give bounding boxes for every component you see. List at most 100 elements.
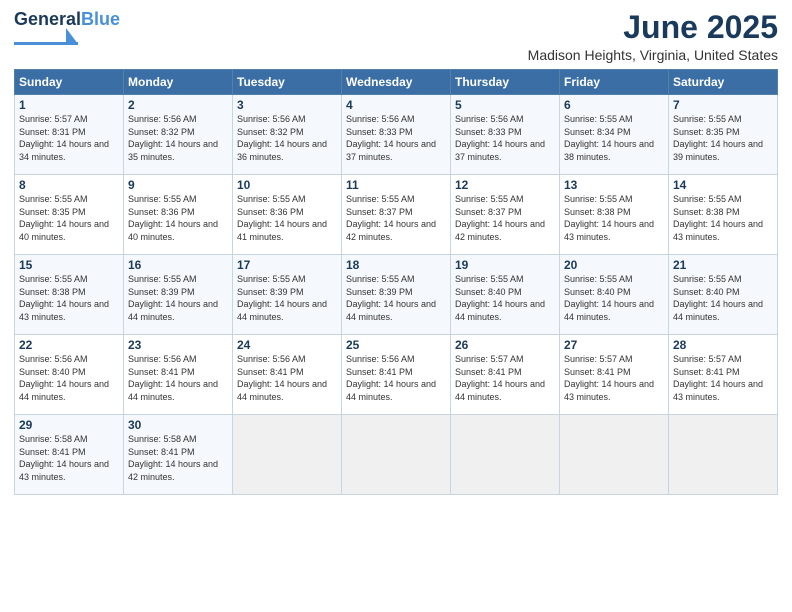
day-number: 10 — [237, 178, 337, 192]
day-info: Sunrise: 5:55 AM Sunset: 8:39 PM Dayligh… — [128, 273, 228, 323]
day-number: 6 — [564, 98, 664, 112]
day-number: 23 — [128, 338, 228, 352]
calendar-cell — [560, 415, 669, 495]
day-info: Sunrise: 5:57 AM Sunset: 8:41 PM Dayligh… — [673, 353, 773, 403]
calendar-cell: 2Sunrise: 5:56 AM Sunset: 8:32 PM Daylig… — [124, 95, 233, 175]
day-number: 11 — [346, 178, 446, 192]
day-header: Sunday — [15, 70, 124, 95]
calendar-cell — [669, 415, 778, 495]
day-info: Sunrise: 5:56 AM Sunset: 8:41 PM Dayligh… — [346, 353, 446, 403]
day-number: 30 — [128, 418, 228, 432]
calendar-cell — [233, 415, 342, 495]
calendar-cell: 28Sunrise: 5:57 AM Sunset: 8:41 PM Dayli… — [669, 335, 778, 415]
day-info: Sunrise: 5:55 AM Sunset: 8:37 PM Dayligh… — [455, 193, 555, 243]
calendar-cell: 7Sunrise: 5:55 AM Sunset: 8:35 PM Daylig… — [669, 95, 778, 175]
day-header: Saturday — [669, 70, 778, 95]
day-info: Sunrise: 5:56 AM Sunset: 8:32 PM Dayligh… — [237, 113, 337, 163]
calendar-cell: 27Sunrise: 5:57 AM Sunset: 8:41 PM Dayli… — [560, 335, 669, 415]
day-info: Sunrise: 5:55 AM Sunset: 8:40 PM Dayligh… — [673, 273, 773, 323]
calendar-cell: 21Sunrise: 5:55 AM Sunset: 8:40 PM Dayli… — [669, 255, 778, 335]
calendar-week-row: 22Sunrise: 5:56 AM Sunset: 8:40 PM Dayli… — [15, 335, 778, 415]
calendar-cell: 24Sunrise: 5:56 AM Sunset: 8:41 PM Dayli… — [233, 335, 342, 415]
day-number: 29 — [19, 418, 119, 432]
calendar-week-row: 8Sunrise: 5:55 AM Sunset: 8:35 PM Daylig… — [15, 175, 778, 255]
day-number: 18 — [346, 258, 446, 272]
day-info: Sunrise: 5:58 AM Sunset: 8:41 PM Dayligh… — [128, 433, 228, 483]
title-block: June 2025 Madison Heights, Virginia, Uni… — [528, 10, 778, 63]
day-number: 9 — [128, 178, 228, 192]
day-number: 20 — [564, 258, 664, 272]
calendar-cell: 16Sunrise: 5:55 AM Sunset: 8:39 PM Dayli… — [124, 255, 233, 335]
day-info: Sunrise: 5:55 AM Sunset: 8:39 PM Dayligh… — [237, 273, 337, 323]
day-info: Sunrise: 5:55 AM Sunset: 8:37 PM Dayligh… — [346, 193, 446, 243]
day-info: Sunrise: 5:56 AM Sunset: 8:41 PM Dayligh… — [237, 353, 337, 403]
calendar-cell: 18Sunrise: 5:55 AM Sunset: 8:39 PM Dayli… — [342, 255, 451, 335]
day-info: Sunrise: 5:55 AM Sunset: 8:38 PM Dayligh… — [673, 193, 773, 243]
day-header: Thursday — [451, 70, 560, 95]
header: GeneralBlue June 2025 Madison Heights, V… — [14, 10, 778, 63]
calendar-cell: 11Sunrise: 5:55 AM Sunset: 8:37 PM Dayli… — [342, 175, 451, 255]
day-info: Sunrise: 5:56 AM Sunset: 8:33 PM Dayligh… — [455, 113, 555, 163]
calendar-cell: 14Sunrise: 5:55 AM Sunset: 8:38 PM Dayli… — [669, 175, 778, 255]
calendar-cell: 8Sunrise: 5:55 AM Sunset: 8:35 PM Daylig… — [15, 175, 124, 255]
day-number: 16 — [128, 258, 228, 272]
day-info: Sunrise: 5:55 AM Sunset: 8:40 PM Dayligh… — [455, 273, 555, 323]
day-number: 26 — [455, 338, 555, 352]
day-info: Sunrise: 5:55 AM Sunset: 8:34 PM Dayligh… — [564, 113, 664, 163]
calendar-title: June 2025 — [528, 10, 778, 45]
day-number: 17 — [237, 258, 337, 272]
logo-text: GeneralBlue — [14, 9, 120, 29]
day-header: Friday — [560, 70, 669, 95]
day-info: Sunrise: 5:55 AM Sunset: 8:38 PM Dayligh… — [19, 273, 119, 323]
calendar-cell: 12Sunrise: 5:55 AM Sunset: 8:37 PM Dayli… — [451, 175, 560, 255]
calendar-cell: 20Sunrise: 5:55 AM Sunset: 8:40 PM Dayli… — [560, 255, 669, 335]
calendar-cell: 5Sunrise: 5:56 AM Sunset: 8:33 PM Daylig… — [451, 95, 560, 175]
calendar-cell: 1Sunrise: 5:57 AM Sunset: 8:31 PM Daylig… — [15, 95, 124, 175]
calendar-cell: 13Sunrise: 5:55 AM Sunset: 8:38 PM Dayli… — [560, 175, 669, 255]
day-number: 12 — [455, 178, 555, 192]
day-number: 19 — [455, 258, 555, 272]
calendar-cell: 30Sunrise: 5:58 AM Sunset: 8:41 PM Dayli… — [124, 415, 233, 495]
calendar-cell: 23Sunrise: 5:56 AM Sunset: 8:41 PM Dayli… — [124, 335, 233, 415]
day-info: Sunrise: 5:56 AM Sunset: 8:32 PM Dayligh… — [128, 113, 228, 163]
day-info: Sunrise: 5:57 AM Sunset: 8:41 PM Dayligh… — [564, 353, 664, 403]
logo: GeneralBlue — [14, 10, 120, 46]
day-info: Sunrise: 5:57 AM Sunset: 8:31 PM Dayligh… — [19, 113, 119, 163]
calendar-subtitle: Madison Heights, Virginia, United States — [528, 47, 778, 63]
calendar-cell — [451, 415, 560, 495]
calendar-header: SundayMondayTuesdayWednesdayThursdayFrid… — [15, 70, 778, 95]
day-number: 3 — [237, 98, 337, 112]
calendar-cell: 19Sunrise: 5:55 AM Sunset: 8:40 PM Dayli… — [451, 255, 560, 335]
day-info: Sunrise: 5:55 AM Sunset: 8:35 PM Dayligh… — [673, 113, 773, 163]
day-info: Sunrise: 5:56 AM Sunset: 8:33 PM Dayligh… — [346, 113, 446, 163]
day-info: Sunrise: 5:56 AM Sunset: 8:40 PM Dayligh… — [19, 353, 119, 403]
day-number: 4 — [346, 98, 446, 112]
calendar-cell: 29Sunrise: 5:58 AM Sunset: 8:41 PM Dayli… — [15, 415, 124, 495]
day-info: Sunrise: 5:58 AM Sunset: 8:41 PM Dayligh… — [19, 433, 119, 483]
day-number: 13 — [564, 178, 664, 192]
calendar-cell: 6Sunrise: 5:55 AM Sunset: 8:34 PM Daylig… — [560, 95, 669, 175]
page: GeneralBlue June 2025 Madison Heights, V… — [0, 0, 792, 612]
calendar-cell: 22Sunrise: 5:56 AM Sunset: 8:40 PM Dayli… — [15, 335, 124, 415]
day-info: Sunrise: 5:55 AM Sunset: 8:38 PM Dayligh… — [564, 193, 664, 243]
calendar-table: SundayMondayTuesdayWednesdayThursdayFrid… — [14, 69, 778, 495]
day-info: Sunrise: 5:55 AM Sunset: 8:39 PM Dayligh… — [346, 273, 446, 323]
day-info: Sunrise: 5:55 AM Sunset: 8:40 PM Dayligh… — [564, 273, 664, 323]
day-number: 25 — [346, 338, 446, 352]
calendar-cell: 9Sunrise: 5:55 AM Sunset: 8:36 PM Daylig… — [124, 175, 233, 255]
calendar-week-row: 1Sunrise: 5:57 AM Sunset: 8:31 PM Daylig… — [15, 95, 778, 175]
calendar-cell: 10Sunrise: 5:55 AM Sunset: 8:36 PM Dayli… — [233, 175, 342, 255]
day-header: Wednesday — [342, 70, 451, 95]
day-header: Tuesday — [233, 70, 342, 95]
calendar-cell: 15Sunrise: 5:55 AM Sunset: 8:38 PM Dayli… — [15, 255, 124, 335]
calendar-cell: 26Sunrise: 5:57 AM Sunset: 8:41 PM Dayli… — [451, 335, 560, 415]
day-number: 15 — [19, 258, 119, 272]
calendar-week-row: 29Sunrise: 5:58 AM Sunset: 8:41 PM Dayli… — [15, 415, 778, 495]
day-info: Sunrise: 5:55 AM Sunset: 8:36 PM Dayligh… — [128, 193, 228, 243]
day-info: Sunrise: 5:57 AM Sunset: 8:41 PM Dayligh… — [455, 353, 555, 403]
day-number: 28 — [673, 338, 773, 352]
day-info: Sunrise: 5:55 AM Sunset: 8:36 PM Dayligh… — [237, 193, 337, 243]
day-number: 5 — [455, 98, 555, 112]
day-info: Sunrise: 5:56 AM Sunset: 8:41 PM Dayligh… — [128, 353, 228, 403]
day-number: 21 — [673, 258, 773, 272]
